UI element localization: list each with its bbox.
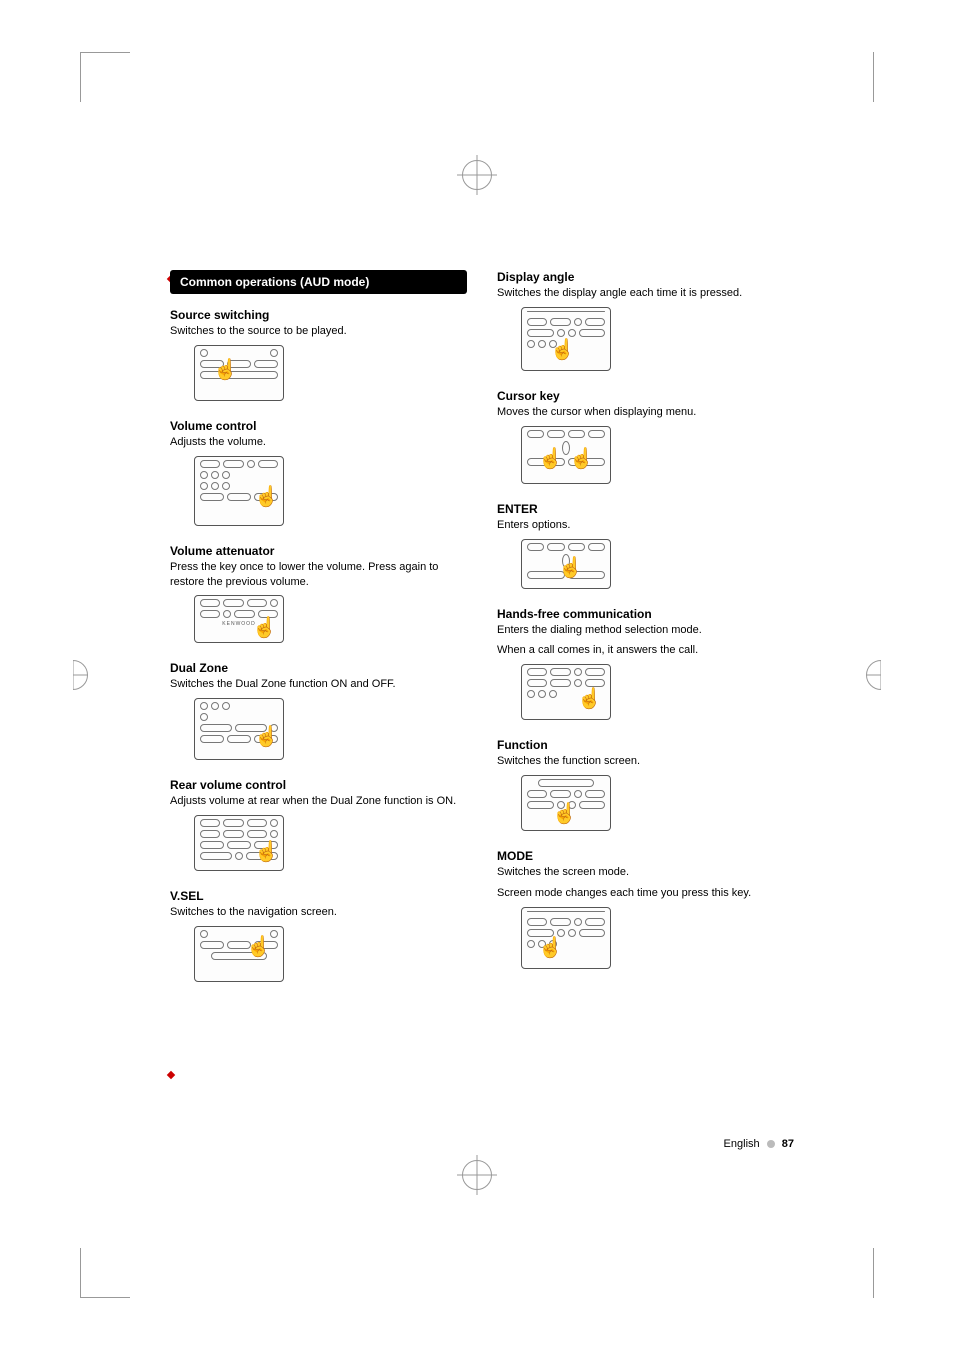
manual-page: Common operations (AUD mode) Source swit…	[170, 270, 794, 1150]
crop-line	[80, 52, 81, 102]
remote-thumbnail: ☝	[521, 775, 611, 831]
right-column: Display angle Switches the display angle…	[497, 270, 794, 1000]
section-display-angle: Display angle Switches the display angle…	[497, 270, 794, 371]
section-desc: Switches the Dual Zone function ON and O…	[170, 677, 467, 692]
crop-line	[873, 1248, 874, 1298]
hand-pointer-icon: ☝	[246, 937, 271, 957]
section-title: Source switching	[170, 308, 467, 322]
section-desc: Press the key once to lower the volume. …	[170, 560, 467, 590]
section-function: Function Switches the function screen. ☝	[497, 738, 794, 831]
section-desc: Switches to the navigation screen.	[170, 905, 467, 920]
section-title: Dual Zone	[170, 661, 467, 675]
hand-pointer-icon: ☝	[254, 487, 279, 507]
footer-dot-icon	[767, 1140, 775, 1148]
section-desc: Enters options.	[497, 518, 794, 533]
section-title: MODE	[497, 849, 794, 863]
hand-pointer-icon: ☝	[538, 449, 563, 469]
hand-pointer-icon: ☝	[252, 618, 277, 638]
section-cursor-key: Cursor key Moves the cursor when display…	[497, 389, 794, 484]
section-title: Cursor key	[497, 389, 794, 403]
section-volume-control: Volume control Adjusts the volume. ☝	[170, 419, 467, 526]
hand-pointer-icon: ☝	[550, 340, 575, 360]
page-footer: English 87	[724, 1138, 794, 1150]
section-title: Volume attenuator	[170, 544, 467, 558]
section-enter: ENTER Enters options. ☝	[497, 502, 794, 589]
hand-pointer-icon: ☝	[577, 689, 602, 709]
crop-line	[80, 52, 130, 53]
remote-thumbnail: ☝	[521, 907, 611, 969]
section-desc: Adjusts the volume.	[170, 435, 467, 450]
section-desc: Switches the screen mode.	[497, 865, 794, 880]
section-source-switching: Source switching Switches to the source …	[170, 308, 467, 401]
hand-pointer-icon: ☝	[213, 360, 238, 380]
registration-mark-right	[866, 660, 896, 690]
crop-line	[80, 1297, 130, 1298]
remote-thumbnail: ☝	[194, 698, 284, 760]
section-title: Display angle	[497, 270, 794, 284]
section-rear-volume: Rear volume control Adjusts volume at re…	[170, 778, 467, 871]
remote-thumbnail: ☝	[521, 664, 611, 720]
registration-mark-bottom	[462, 1160, 492, 1190]
crop-line	[80, 1248, 81, 1298]
crop-line	[873, 52, 874, 102]
section-title: Volume control	[170, 419, 467, 433]
remote-thumbnail: KENWOOD ☝	[194, 595, 284, 643]
section-desc: When a call comes in, it answers the cal…	[497, 643, 794, 658]
section-volume-attenuator: Volume attenuator Press the key once to …	[170, 544, 467, 644]
hand-pointer-icon: ☝	[558, 558, 583, 578]
section-desc: Switches to the source to be played.	[170, 324, 467, 339]
left-column: Common operations (AUD mode) Source swit…	[170, 270, 467, 1000]
remote-thumbnail: ☝	[194, 345, 284, 401]
section-hands-free: Hands-free communication Enters the dial…	[497, 607, 794, 721]
section-dual-zone: Dual Zone Switches the Dual Zone functio…	[170, 661, 467, 760]
registration-mark-left	[58, 660, 88, 690]
footer-language: English	[724, 1138, 760, 1150]
section-title: ENTER	[497, 502, 794, 516]
hand-pointer-icon: ☝	[552, 804, 577, 824]
section-desc: Switches the display angle each time it …	[497, 286, 794, 301]
section-desc: Moves the cursor when displaying menu.	[497, 405, 794, 420]
section-vsel: V.SEL Switches to the navigation screen.…	[170, 889, 467, 982]
section-header: Common operations (AUD mode)	[170, 270, 467, 294]
section-desc: Adjusts volume at rear when the Dual Zon…	[170, 794, 467, 809]
registration-mark-top	[462, 160, 492, 190]
hand-pointer-icon: ☝	[254, 727, 279, 747]
section-title: Hands-free communication	[497, 607, 794, 621]
section-desc: Enters the dialing method selection mode…	[497, 623, 794, 638]
hand-pointer-icon: ☝	[254, 842, 279, 862]
section-mode: MODE Switches the screen mode. Screen mo…	[497, 849, 794, 969]
remote-thumbnail: ☝	[521, 307, 611, 371]
remote-thumbnail: ☝	[521, 539, 611, 589]
remote-thumbnail: ☝	[194, 926, 284, 982]
section-title: Function	[497, 738, 794, 752]
section-desc: Screen mode changes each time you press …	[497, 886, 794, 901]
section-title: V.SEL	[170, 889, 467, 903]
remote-thumbnail: ☝	[194, 456, 284, 526]
hand-pointer-icon: ☝	[538, 938, 563, 958]
section-title: Rear volume control	[170, 778, 467, 792]
remote-thumbnail: ☝ ☝	[521, 426, 611, 484]
hand-pointer-icon: ☝	[569, 449, 594, 469]
remote-thumbnail: ☝	[194, 815, 284, 871]
section-desc: Switches the function screen.	[497, 754, 794, 769]
footer-page-number: 87	[782, 1138, 794, 1150]
